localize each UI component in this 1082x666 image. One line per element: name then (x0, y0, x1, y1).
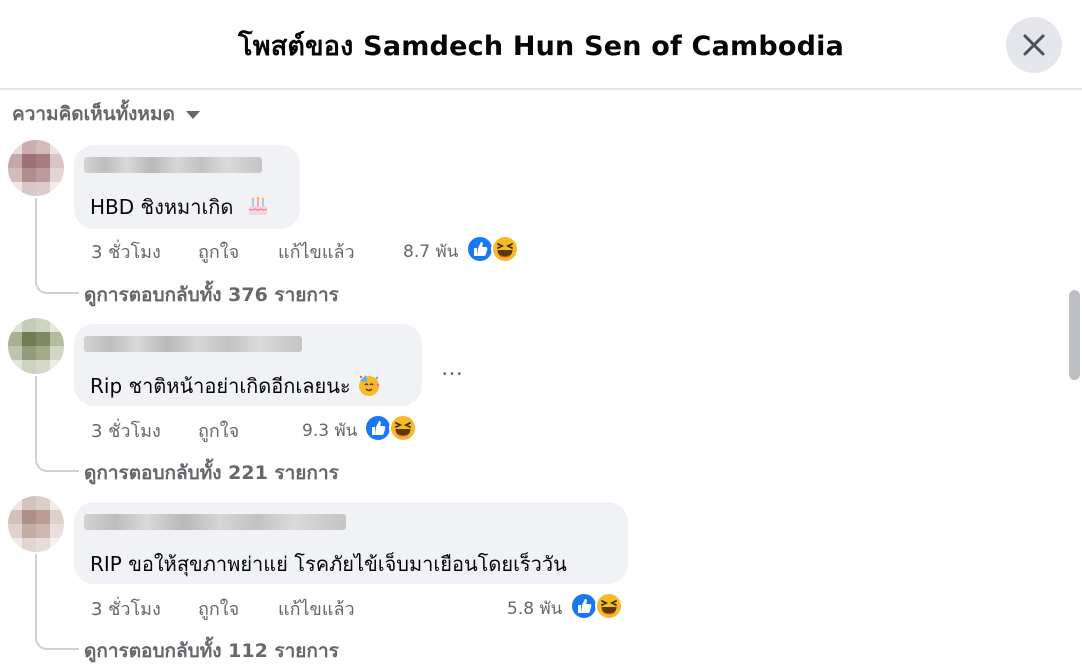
comment-text-body: HBD ชิงหมาเกิด (90, 195, 234, 219)
reaction-count[interactable]: 5.8 พัน (507, 595, 562, 622)
comment-bubble[interactable]: Rip ชาติหน้าอย่าเกิดอีกเลยนะ (74, 324, 422, 406)
like-reaction-icon (364, 414, 392, 442)
reply-thread-line (35, 376, 79, 472)
like-reaction-icon (466, 235, 494, 263)
like-action[interactable]: ถูกใจ (198, 237, 239, 266)
view-replies-link[interactable]: ดูการตอบกลับทั้ง 376 รายการ (84, 280, 339, 310)
reply-thread-line (35, 554, 79, 650)
avatar[interactable] (8, 496, 64, 552)
reaction-count[interactable]: 9.3 พัน (302, 417, 357, 444)
commenter-name-blurred (84, 514, 346, 530)
haha-reaction-icon (595, 592, 623, 620)
close-icon (1023, 34, 1045, 56)
cake-emoji-icon (248, 196, 268, 215)
commenter-name-blurred (84, 157, 262, 173)
dialog-title: โพสต์ของ Samdech Hun Sen of Cambodia (238, 31, 844, 62)
like-reaction-icon (570, 592, 598, 620)
more-options-button[interactable]: … (441, 356, 464, 381)
avatar[interactable] (8, 318, 64, 374)
party-emoji-icon (358, 375, 379, 396)
comment-bubble[interactable]: RIP ขอให้สุขภาพย่าแย่ โรคภัยไข้เจ็บมาเยื… (74, 502, 628, 584)
view-replies-link[interactable]: ดูการตอบกลับทั้ง 221 รายการ (84, 458, 339, 488)
edited-label[interactable]: แก้ไขแล้ว (278, 237, 355, 266)
reply-thread-line (35, 198, 79, 294)
scrollbar[interactable] (1069, 290, 1080, 380)
comment-timestamp[interactable]: 3 ชั่วโมง (91, 237, 161, 266)
comment-bubble[interactable]: HBD ชิงหมาเกิด (74, 145, 300, 229)
commenter-name-blurred (84, 336, 302, 352)
close-button[interactable] (1006, 17, 1062, 73)
haha-reaction-icon (389, 414, 417, 442)
avatar[interactable] (8, 140, 64, 196)
comment-timestamp[interactable]: 3 ชั่วโมง (91, 594, 161, 623)
like-action[interactable]: ถูกใจ (198, 594, 239, 623)
edited-label[interactable]: แก้ไขแล้ว (278, 594, 355, 623)
comment-filter-dropdown[interactable]: ความคิดเห็นทั้งหมด (12, 99, 201, 129)
haha-reaction-icon (491, 235, 519, 263)
reaction-count[interactable]: 8.7 พัน (403, 238, 458, 265)
like-action[interactable]: ถูกใจ (198, 416, 239, 445)
comment-timestamp[interactable]: 3 ชั่วโมง (91, 416, 161, 445)
comment-text: HBD ชิงหมาเกิด (90, 191, 270, 223)
comment-text: RIP ขอให้สุขภาพย่าแย่ โรคภัยไข้เจ็บมาเยื… (90, 552, 567, 576)
comment-text-body: Rip ชาติหน้าอย่าเกิดอีกเลยนะ (90, 374, 351, 398)
caret-down-icon (185, 111, 200, 119)
comment-text: Rip ชาติหน้าอย่าเกิดอีกเลยนะ (90, 370, 381, 402)
comment-filter-label: ความคิดเห็นทั้งหมด (12, 103, 175, 125)
view-replies-link[interactable]: ดูการตอบกลับทั้ง 112 รายการ (84, 636, 339, 666)
dialog-header: โพสต์ของ Samdech Hun Sen of Cambodia (0, 0, 1082, 90)
